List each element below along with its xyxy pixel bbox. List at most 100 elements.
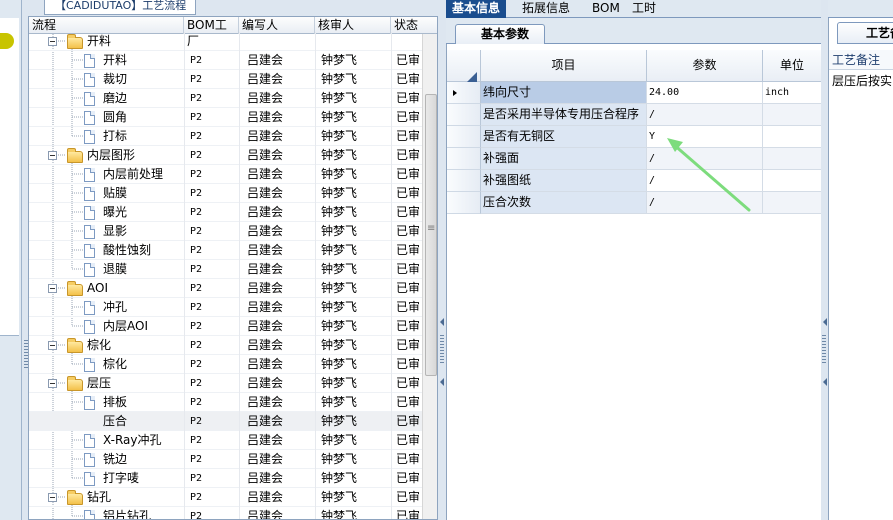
tree-row[interactable]: 磨边 P2 吕建会 钟梦飞 已审 [29, 89, 422, 108]
param-item-cell[interactable]: 是否有无铜区 [481, 126, 647, 148]
collapse-arrow-icon[interactable] [823, 378, 827, 386]
writer-cell: 吕建会 [239, 507, 315, 519]
collapse-arrow-icon[interactable] [823, 318, 827, 326]
tree-row[interactable]: 开料 [29, 32, 422, 51]
param-item-cell[interactable]: 压合次数 [481, 192, 647, 214]
tree-scrollbar-thumb[interactable] [425, 94, 437, 376]
row-header[interactable] [447, 104, 481, 126]
writer-cell: 吕建会 [239, 222, 315, 241]
param-unit-cell[interactable] [763, 104, 822, 126]
status-cell: 已审 [391, 393, 422, 412]
tree-row[interactable]: 酸性蚀刻 P2 吕建会 钟梦飞 已审 [29, 241, 422, 260]
bom-cell: P2 [184, 298, 239, 317]
param-item-cell[interactable]: 补强面 [481, 148, 647, 170]
process-tree-panel: 流程 BOM工厂 编写人 核审人 状态 开料 开料 P2 吕建会 钟梦飞 已审 裁切 P2 吕建… [28, 16, 438, 520]
tree-row[interactable]: 铣边 P2 吕建会 钟梦飞 已审 [29, 450, 422, 469]
tab-process-notes[interactable]: 工艺备注 [837, 22, 893, 44]
writer-cell: 吕建会 [239, 298, 315, 317]
select-all-icon [467, 72, 477, 82]
param-row[interactable]: 补强面 / [447, 148, 822, 170]
tree-row[interactable]: 棕化 P2 吕建会 钟梦飞 已审 [29, 336, 422, 355]
param-item-cell[interactable]: 是否采用半导体专用压合程序 [481, 104, 647, 126]
process-tab[interactable]: 【CADIDUTAO】工艺流程 [44, 0, 196, 15]
param-item-cell[interactable]: 纬向尺寸 [481, 82, 647, 104]
tab-basic-params[interactable]: 基本参数 [455, 24, 545, 45]
tree-node-label: 层压 [87, 376, 112, 390]
tree-row[interactable]: 贴膜 P2 吕建会 钟梦飞 已审 [29, 184, 422, 203]
collapse-arrow-icon[interactable] [440, 318, 444, 326]
tree-row[interactable]: 打标 P2 吕建会 钟梦飞 已审 [29, 127, 422, 146]
param-unit-cell[interactable] [763, 170, 822, 192]
param-unit-cell[interactable]: inch [763, 82, 822, 104]
status-cell: 已审 [391, 450, 422, 469]
tree-node-label: 钻孔 [87, 490, 112, 504]
tree-node-label: 内层前处理 [103, 167, 164, 181]
bom-cell: P2 [184, 222, 239, 241]
splitter-grip[interactable] [440, 335, 444, 365]
param-row[interactable]: 补强图纸 / [447, 170, 822, 192]
writer-cell: 吕建会 [239, 127, 315, 146]
tree-row[interactable]: AOI P2 吕建会 钟梦飞 已审 [29, 279, 422, 298]
row-header[interactable] [447, 126, 481, 148]
params-grid: 项目 参数 单位 纬向尺寸 24.00 inch 是否采用半导体专用压合程序 / 是否有无… [446, 44, 822, 520]
splitter-grip[interactable] [822, 335, 826, 365]
tree-row[interactable]: 内层图形 P2 吕建会 钟梦飞 已审 [29, 146, 422, 165]
tree-row[interactable]: 内层前处理 P2 吕建会 钟梦飞 已审 [29, 165, 422, 184]
tree-row[interactable]: 钻孔 P2 吕建会 钟梦飞 已审 [29, 488, 422, 507]
param-row[interactable]: 纬向尺寸 24.00 inch [447, 82, 822, 104]
tree-row[interactable]: 开料 P2 吕建会 钟梦飞 已审 [29, 51, 422, 70]
row-header[interactable] [447, 170, 481, 192]
tab-bom[interactable]: BOM [586, 0, 626, 18]
grid-corner[interactable] [447, 50, 481, 82]
notes-cell[interactable]: 层压后按实 [829, 71, 893, 91]
tree-row[interactable]: 排板 P2 吕建会 钟梦飞 已审 [29, 393, 422, 412]
main-splitter[interactable] [438, 0, 446, 520]
tree-row[interactable]: 铝片钻孔 P2 吕建会 钟梦飞 已审 [29, 507, 422, 520]
tree-scrollbar[interactable] [422, 34, 437, 519]
tree-row[interactable]: 打字唛 P2 吕建会 钟梦飞 已审 [29, 469, 422, 488]
writer-cell: 吕建会 [239, 146, 315, 165]
column-header-notes[interactable]: 工艺备注 [829, 50, 893, 70]
right-splitter[interactable] [821, 0, 828, 520]
param-unit-cell[interactable] [763, 148, 822, 170]
tree-row[interactable]: 棕化 P2 吕建会 钟梦飞 已审 [29, 355, 422, 374]
writer-cell: 吕建会 [239, 70, 315, 89]
tree-row[interactable]: 内层AOI P2 吕建会 钟梦飞 已审 [29, 317, 422, 336]
row-header[interactable] [447, 192, 481, 214]
tab-extended-info[interactable]: 拓展信息 [516, 0, 576, 18]
row-header[interactable] [447, 82, 481, 104]
param-unit-cell[interactable] [763, 192, 822, 214]
tree-row[interactable]: X-Ray冲孔 P2 吕建会 钟梦飞 已审 [29, 431, 422, 450]
param-item-cell[interactable]: 补强图纸 [481, 170, 647, 192]
bom-cell: P2 [184, 51, 239, 70]
tab-work-hours[interactable]: 工时 [626, 0, 662, 18]
param-value-cell[interactable]: 24.00 [647, 82, 763, 104]
column-header-unit[interactable]: 单位 [763, 50, 822, 82]
tree-row[interactable]: 压合 P2 吕建会 钟梦飞 已审 [29, 412, 422, 431]
reviewer-cell: 钟梦飞 [315, 431, 391, 450]
tree-row[interactable]: 裁切 P2 吕建会 钟梦飞 已审 [29, 70, 422, 89]
tree-row[interactable]: 退膜 P2 吕建会 钟梦飞 已审 [29, 260, 422, 279]
param-row[interactable]: 是否有无铜区 Y [447, 126, 822, 148]
tree-row[interactable]: 层压 P2 吕建会 钟梦飞 已审 [29, 374, 422, 393]
collapse-arrow-icon[interactable] [440, 378, 444, 386]
tree-node-label: 曝光 [103, 205, 128, 219]
tab-basic-info[interactable]: 基本信息 [446, 0, 507, 18]
tree-row[interactable]: 显影 P2 吕建会 钟梦飞 已审 [29, 222, 422, 241]
bom-cell: P2 [184, 317, 239, 336]
param-row[interactable]: 压合次数 / [447, 192, 822, 214]
tree-row[interactable]: 圆角 P2 吕建会 钟梦飞 已审 [29, 108, 422, 127]
bom-cell [184, 32, 239, 51]
tree-row[interactable]: 曝光 P2 吕建会 钟梦飞 已审 [29, 203, 422, 222]
tree-row[interactable]: 冲孔 P2 吕建会 钟梦飞 已审 [29, 298, 422, 317]
process-notes-panel: 工艺备注 工艺备注 层压后按实 [828, 18, 893, 520]
status-cell: 已审 [391, 279, 422, 298]
row-header[interactable] [447, 148, 481, 170]
tree-node-label: 铝片钻孔 [103, 509, 152, 520]
param-row[interactable]: 是否采用半导体专用压合程序 / [447, 104, 822, 126]
column-header-item[interactable]: 项目 [481, 50, 647, 82]
param-value-cell[interactable]: / [647, 104, 763, 126]
column-header-value[interactable]: 参数 [647, 50, 763, 82]
param-unit-cell[interactable] [763, 126, 822, 148]
reviewer-cell: 钟梦飞 [315, 260, 391, 279]
